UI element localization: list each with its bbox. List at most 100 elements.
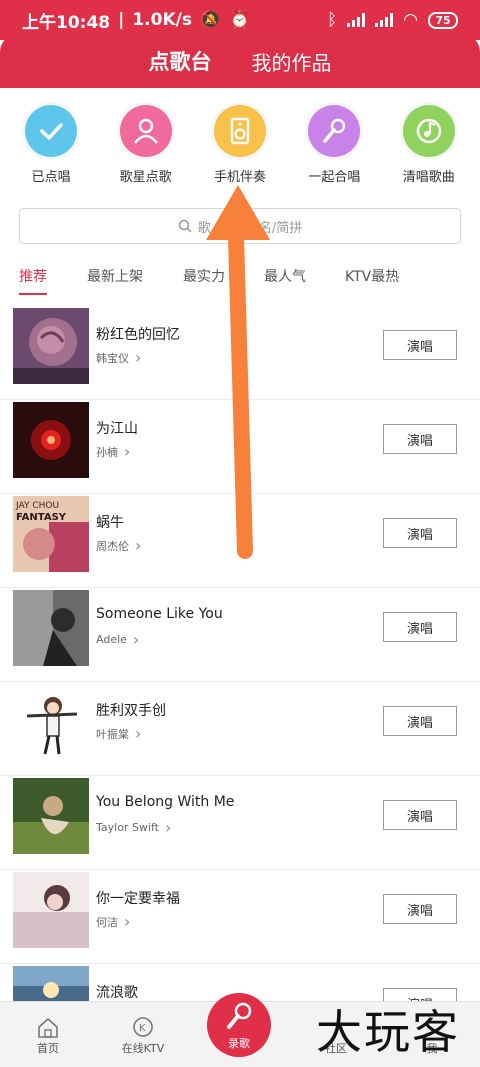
quick-entry-row: 已点唱 歌星点歌 手机伴奏 一起合唱 清唱歌曲 bbox=[0, 105, 480, 185]
chevron-right-icon: › bbox=[132, 630, 140, 649]
song-title: 粉红色的回忆 bbox=[96, 327, 180, 343]
sing-button[interactable]: 演唱 bbox=[383, 330, 457, 360]
song-row[interactable]: 胜利双手创 叶振棠 › 演唱 bbox=[0, 682, 480, 776]
song-title: 流浪歌 bbox=[96, 985, 138, 1001]
song-title: 你一定要幸福 bbox=[96, 891, 180, 907]
song-row[interactable]: 你一定要幸福 何洁 › 演唱 bbox=[0, 870, 480, 964]
signal-icon-2 bbox=[375, 13, 394, 27]
song-artist[interactable]: 韩宝仪 › bbox=[96, 348, 141, 367]
search-input[interactable]: 歌 名/简拼 bbox=[19, 208, 461, 244]
record-button[interactable]: 录歌 bbox=[207, 993, 271, 1057]
song-list: 粉红色的回忆 韩宝仪 › 演唱 为江山 孙楠 › 演唱 JAY CHOU FANTA… bbox=[0, 306, 480, 1058]
song-row[interactable]: 为江山 孙楠 › 演唱 bbox=[0, 400, 480, 494]
chevron-right-icon: › bbox=[135, 348, 142, 367]
album-cover bbox=[13, 872, 89, 948]
ktv-icon: K bbox=[133, 1017, 153, 1037]
watermark-logo: 大玩客 bbox=[316, 1005, 460, 1059]
sing-button[interactable]: 演唱 bbox=[383, 518, 457, 548]
svg-text:K: K bbox=[139, 1023, 146, 1034]
check-icon bbox=[25, 105, 78, 157]
category-tabs: 推荐 最新上架 最实力 最人气 KTV最热 bbox=[0, 258, 480, 298]
artist-name: 韩宝仪 bbox=[96, 351, 129, 365]
chevron-right-icon: › bbox=[164, 818, 172, 837]
wifi-icon: ◠ bbox=[403, 10, 418, 30]
artist-name: 周杰伦 bbox=[96, 539, 129, 553]
tab-most-popular[interactable]: 最人气 bbox=[264, 266, 306, 286]
quick-item-duet[interactable]: 一起合唱 bbox=[288, 105, 380, 185]
search-icon bbox=[178, 219, 192, 233]
nav-home-label: 首页 bbox=[37, 1042, 59, 1055]
song-artist[interactable]: Adele › bbox=[96, 630, 139, 649]
mic-icon bbox=[227, 1002, 252, 1029]
song-title: 蜗牛 bbox=[96, 515, 124, 531]
singer-icon bbox=[119, 105, 172, 157]
sing-button[interactable]: 演唱 bbox=[383, 706, 457, 736]
cover-text: FANTASY bbox=[16, 512, 67, 523]
album-cover bbox=[13, 590, 89, 666]
tab-ktv-hot[interactable]: KTV最热 bbox=[345, 266, 399, 286]
album-cover bbox=[13, 308, 89, 384]
battery-icon: 75 bbox=[428, 11, 458, 29]
album-cover bbox=[13, 778, 89, 854]
artist-name: 何洁 bbox=[96, 915, 118, 929]
tab-best-skill[interactable]: 最实力 bbox=[183, 266, 225, 286]
quick-label: 歌星点歌 bbox=[119, 170, 172, 185]
sing-button[interactable]: 演唱 bbox=[383, 894, 457, 924]
tab-my-works[interactable]: 我的作品 bbox=[252, 47, 332, 76]
sing-button[interactable]: 演唱 bbox=[383, 800, 457, 830]
quick-item-accompaniment[interactable]: 手机伴奏 bbox=[194, 105, 286, 185]
sing-button[interactable]: 演唱 bbox=[383, 612, 457, 642]
quick-label: 已点唱 bbox=[31, 170, 71, 185]
album-cover bbox=[13, 684, 89, 760]
quick-item-singer[interactable]: 歌星点歌 bbox=[100, 105, 192, 185]
record-label: 录歌 bbox=[228, 1037, 250, 1050]
nav-online-ktv[interactable]: K 在线KTV bbox=[103, 1016, 183, 1056]
song-row[interactable]: You Belong With Me Taylor Swift › 演唱 bbox=[0, 776, 480, 870]
song-artist[interactable]: 何洁 › bbox=[96, 912, 130, 931]
sing-button[interactable]: 演唱 bbox=[383, 424, 457, 454]
quick-label: 清唱歌曲 bbox=[402, 170, 455, 185]
album-cover: JAY CHOU FANTASY bbox=[13, 496, 89, 572]
music-note-icon bbox=[402, 105, 455, 157]
artist-name: 孙楠 bbox=[96, 445, 118, 459]
home-icon bbox=[38, 1017, 58, 1038]
quick-item-sung[interactable]: 已点唱 bbox=[5, 105, 97, 185]
status-speed: 1.0K/s bbox=[132, 10, 192, 30]
nav-ktv-label: 在线KTV bbox=[121, 1042, 165, 1055]
song-row[interactable]: 粉红色的回忆 韩宝仪 › 演唱 bbox=[0, 306, 480, 400]
nav-home[interactable]: 首页 bbox=[8, 1016, 88, 1056]
chevron-right-icon: › bbox=[124, 912, 131, 931]
chevron-right-icon: › bbox=[135, 536, 142, 555]
alarm-icon: ⏰ bbox=[229, 10, 251, 30]
quick-label: 一起合唱 bbox=[308, 170, 361, 185]
status-time: 上午10:48 bbox=[22, 12, 111, 33]
mic-icon bbox=[308, 105, 361, 157]
artist-name: Adele bbox=[96, 633, 127, 646]
artist-name: Taylor Swift bbox=[96, 821, 159, 834]
song-title: 胜利双手创 bbox=[96, 703, 166, 719]
song-row[interactable]: JAY CHOU FANTASY 蜗牛 周杰伦 › 演唱 bbox=[0, 494, 480, 588]
tab-new[interactable]: 最新上架 bbox=[87, 266, 143, 286]
song-artist[interactable]: 周杰伦 › bbox=[96, 536, 141, 555]
status-divider: | bbox=[118, 10, 125, 30]
song-artist[interactable]: Taylor Swift › bbox=[96, 818, 171, 837]
bluetooth-icon: ᛒ bbox=[326, 10, 338, 30]
quick-item-acapella[interactable]: 清唱歌曲 bbox=[383, 105, 475, 185]
song-title: 为江山 bbox=[96, 421, 138, 437]
song-artist[interactable]: 叶振棠 › bbox=[96, 724, 141, 743]
speaker-icon bbox=[213, 105, 266, 157]
artist-name: 叶振棠 bbox=[96, 727, 129, 741]
signal-icon bbox=[347, 13, 366, 27]
search-placeholder-tail: 名/简拼 bbox=[258, 220, 303, 236]
chevron-right-icon: › bbox=[135, 724, 142, 743]
album-cover bbox=[13, 402, 89, 478]
song-artist[interactable]: 孙楠 › bbox=[96, 442, 130, 461]
quick-label: 手机伴奏 bbox=[213, 170, 266, 185]
tab-song-request[interactable]: 点歌台 bbox=[149, 46, 212, 76]
song-title: Someone Like You bbox=[96, 606, 223, 622]
top-tabs: 点歌台 我的作品 bbox=[0, 34, 480, 88]
tab-recommend[interactable]: 推荐 bbox=[19, 266, 47, 295]
song-row[interactable]: Someone Like You Adele › 演唱 bbox=[0, 588, 480, 682]
search-placeholder-head: 歌 bbox=[197, 220, 211, 236]
mute-icon: 🔕 bbox=[199, 10, 222, 30]
